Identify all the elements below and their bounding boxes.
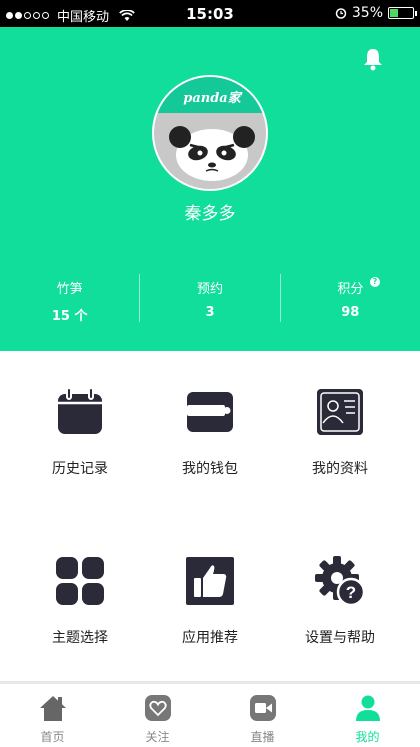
stat-label: 积分 bbox=[337, 282, 364, 297]
grid-item-recommend[interactable]: 应用推荐 bbox=[140, 556, 280, 647]
tab-label: 关注 bbox=[145, 730, 170, 744]
stat-bamboo[interactable]: 竹笋 15 个 bbox=[0, 274, 139, 324]
profile-card-icon bbox=[317, 389, 363, 435]
status-bar: 中国移动 15:03 35% bbox=[0, 0, 420, 27]
tab-label: 直播 bbox=[250, 730, 275, 744]
stat-label: 预约 bbox=[196, 282, 223, 297]
grid-item-profile[interactable]: 我的资料 bbox=[270, 387, 410, 478]
grid-item-history[interactable]: 历史记录 bbox=[10, 387, 150, 478]
tab-label: 我的 bbox=[355, 730, 380, 744]
avatar[interactable]: panda家 bbox=[152, 75, 268, 191]
alarm-icon bbox=[335, 8, 347, 19]
svg-text:?: ? bbox=[346, 583, 356, 602]
grid-item-label: 我的资料 bbox=[312, 461, 368, 477]
help-icon[interactable]: ? bbox=[369, 277, 380, 287]
stat-value: 15 个 bbox=[51, 309, 88, 324]
stat-points[interactable]: 积分 ? 98 bbox=[279, 274, 420, 322]
username[interactable]: 秦多多 bbox=[0, 199, 420, 224]
notification-bell-icon[interactable] bbox=[362, 47, 384, 71]
stat-value: 3 bbox=[205, 305, 215, 320]
battery-icon bbox=[388, 7, 417, 19]
feature-grid: 历史记录 我的钱包 我的资料 主题选择 应用推荐 ? 设置与帮助 bbox=[0, 351, 420, 681]
tab-bar: 首页 关注 直播 我的 bbox=[0, 681, 420, 747]
grid-item-label: 主题选择 bbox=[52, 630, 108, 646]
wallet-icon bbox=[187, 392, 233, 432]
stat-value: 98 bbox=[341, 305, 360, 320]
grid-item-wallet[interactable]: 我的钱包 bbox=[140, 387, 280, 478]
grid-item-settings[interactable]: ? 设置与帮助 bbox=[270, 556, 410, 647]
gear-help-icon: ? bbox=[315, 556, 366, 607]
calendar-icon bbox=[58, 387, 102, 434]
status-right: 35% bbox=[335, 5, 417, 21]
tab-label: 首页 bbox=[40, 730, 65, 744]
person-icon bbox=[355, 695, 380, 721]
tab-home[interactable]: 首页 bbox=[0, 684, 105, 747]
heart-icon bbox=[144, 695, 171, 721]
stats-row: 竹笋 15 个 预约 3 积分 ? 98 bbox=[0, 274, 420, 324]
stat-label: 竹笋 bbox=[56, 282, 83, 297]
tab-follow[interactable]: 关注 bbox=[105, 684, 210, 747]
grid-item-label: 应用推荐 bbox=[182, 630, 238, 646]
grid-icon bbox=[56, 557, 104, 605]
grid-item-label: 历史记录 bbox=[52, 461, 108, 477]
grid-item-label: 设置与帮助 bbox=[305, 630, 375, 646]
grid-item-theme[interactable]: 主题选择 bbox=[10, 556, 150, 647]
stat-appointments[interactable]: 预约 3 bbox=[139, 274, 279, 322]
profile-header: panda家 秦多多 竹笋 15 个 预约 3 积分 ? 98 bbox=[0, 27, 420, 351]
panda-icon bbox=[169, 126, 255, 181]
tab-live[interactable]: 直播 bbox=[210, 684, 315, 747]
tab-mine[interactable]: 我的 bbox=[315, 684, 420, 747]
battery-percent: 35% bbox=[351, 5, 383, 21]
home-icon bbox=[39, 696, 66, 721]
grid-item-label: 我的钱包 bbox=[182, 461, 238, 477]
thumbs-up-icon bbox=[186, 557, 234, 605]
video-icon bbox=[249, 695, 276, 721]
